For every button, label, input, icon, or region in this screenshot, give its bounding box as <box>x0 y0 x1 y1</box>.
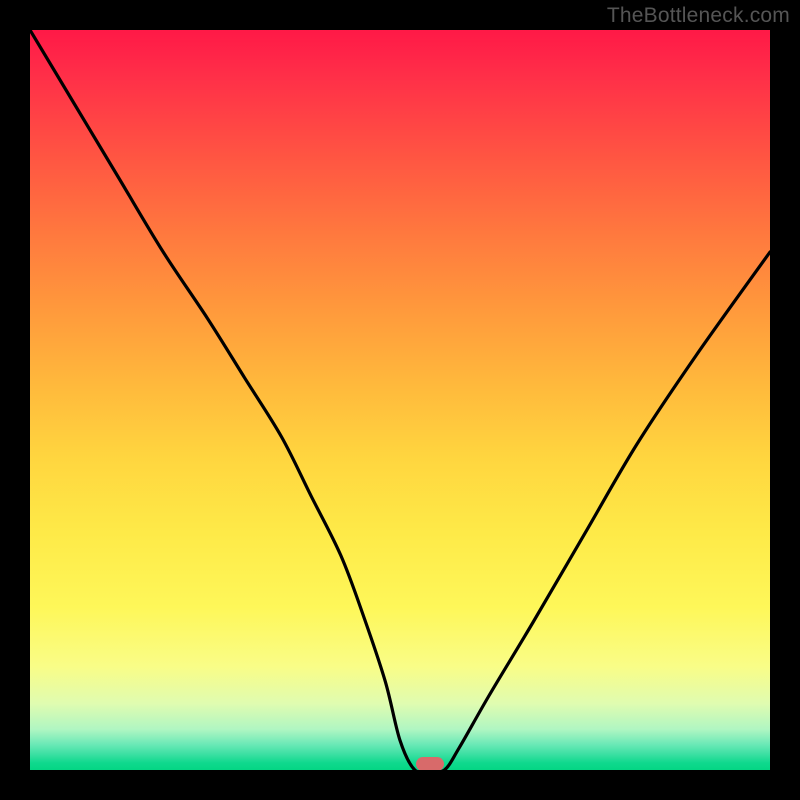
plot-area <box>30 30 770 770</box>
watermark-text: TheBottleneck.com <box>607 4 790 28</box>
optimal-marker <box>416 757 444 770</box>
chart-frame: TheBottleneck.com <box>0 0 800 800</box>
bottleneck-curve <box>30 30 770 770</box>
curve-svg <box>30 30 770 770</box>
